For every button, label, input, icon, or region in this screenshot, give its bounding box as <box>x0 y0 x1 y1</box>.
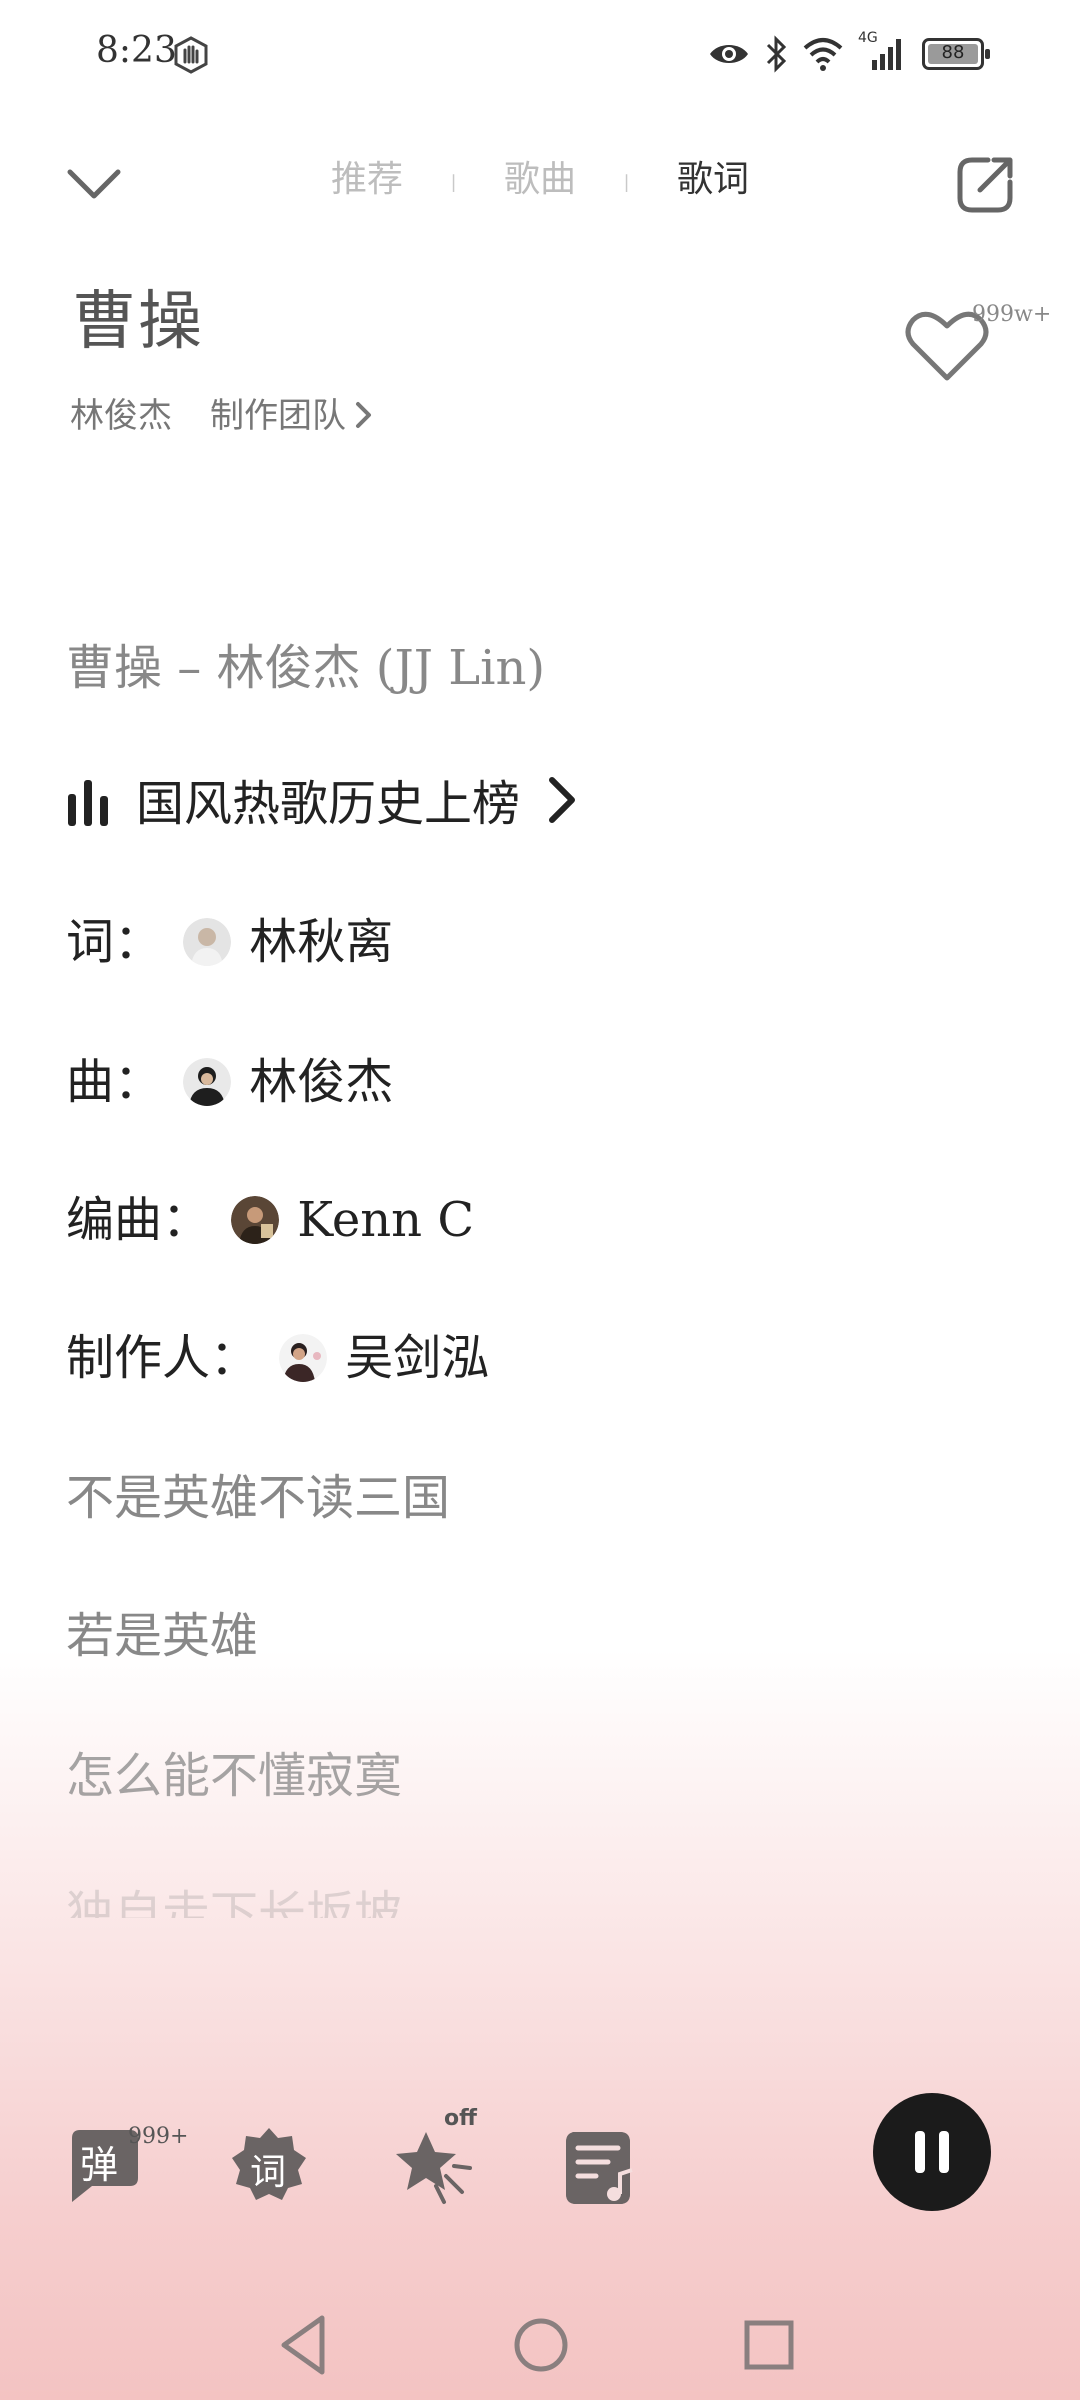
credit-role: 词： <box>66 914 163 970</box>
chart-name: 国风热歌历史上榜 <box>136 776 521 832</box>
star-status-badge: off <box>444 2106 477 2131</box>
lyrics-header: 曹操 – 林俊杰 (JJ Lin) <box>66 640 546 696</box>
recents-icon[interactable] <box>734 2310 804 2380</box>
credit-role: 制作人： <box>66 1330 259 1386</box>
credit-name[interactable]: 林俊杰 <box>249 1054 393 1110</box>
song-title: 曹操 <box>72 285 204 359</box>
pause-button[interactable] <box>873 2093 991 2211</box>
credit-composer: 曲： 林俊杰 <box>66 1042 393 1112</box>
tab-song[interactable]: 歌曲 <box>504 150 576 202</box>
production-team-link[interactable]: 制作团队 <box>210 396 346 436</box>
equalizer-icon <box>68 780 108 826</box>
lyric-mode-label: 词 <box>250 2152 287 2193</box>
credit-name[interactable]: 吴剑泓 <box>345 1330 489 1386</box>
credit-arranger: 编曲： Kenn C <box>66 1180 474 1250</box>
lyric-line[interactable]: 怎么能不懂寂寞 <box>66 1736 402 1806</box>
avatar[interactable] <box>183 1058 232 1106</box>
top-tabs: 推荐 | 歌曲 | 歌词 <box>0 150 1080 202</box>
chevron-right-icon <box>549 777 576 823</box>
status-icons: 4G 88 <box>708 30 990 78</box>
tab-recommend[interactable]: 推荐 <box>331 150 403 202</box>
credit-producer: 制作人： 吴剑泓 <box>66 1318 489 1388</box>
pause-icon <box>915 2131 949 2173</box>
avatar[interactable] <box>231 1196 280 1244</box>
like-count: 999w+ <box>972 302 1052 327</box>
song-subtitle: 林俊杰 制作团队 <box>70 388 374 437</box>
eye-icon <box>710 45 748 63</box>
wifi-icon <box>803 38 843 71</box>
share-icon[interactable] <box>954 154 1016 216</box>
bluetooth-icon <box>766 35 787 73</box>
back-icon[interactable] <box>270 2310 340 2380</box>
danmu-label: 弹 <box>80 2143 119 2187</box>
lyric-mode-button[interactable]: 词 <box>230 2126 308 2204</box>
chart-rank-link[interactable]: 国风热歌历史上榜 <box>66 764 580 834</box>
artist-link[interactable]: 林俊杰 <box>70 396 172 436</box>
credit-role: 曲： <box>66 1054 163 1110</box>
danmu-count-badge: 999+ <box>128 2124 189 2149</box>
tab-divider: | <box>623 171 630 193</box>
star-effect-button[interactable]: off <box>392 2106 482 2206</box>
chevron-right-icon[interactable] <box>354 400 374 430</box>
tab-lyrics[interactable]: 歌词 <box>677 150 749 202</box>
status-time: 8:23 <box>96 30 177 71</box>
home-icon[interactable] <box>506 2310 576 2380</box>
tab-divider: | <box>450 171 457 193</box>
playlist-icon[interactable] <box>564 2130 640 2210</box>
battery-icon: 88 <box>922 38 990 70</box>
credit-lyricist: 词： 林秋离 <box>66 902 393 972</box>
app-notification-icon <box>174 36 208 74</box>
lyric-line[interactable]: 不是英雄不读三国 <box>66 1458 450 1528</box>
credit-name[interactable]: Kenn C <box>297 1192 474 1248</box>
credit-name[interactable]: 林秋离 <box>249 914 393 970</box>
avatar[interactable] <box>279 1334 328 1382</box>
credit-role: 编曲： <box>66 1192 211 1248</box>
lyric-line[interactable]: 若是英雄 <box>66 1596 258 1666</box>
avatar[interactable] <box>183 918 232 966</box>
lyric-line[interactable]: 独自走下长坂坡 <box>66 1874 402 1918</box>
cellular-signal-icon: 4G <box>858 30 908 74</box>
